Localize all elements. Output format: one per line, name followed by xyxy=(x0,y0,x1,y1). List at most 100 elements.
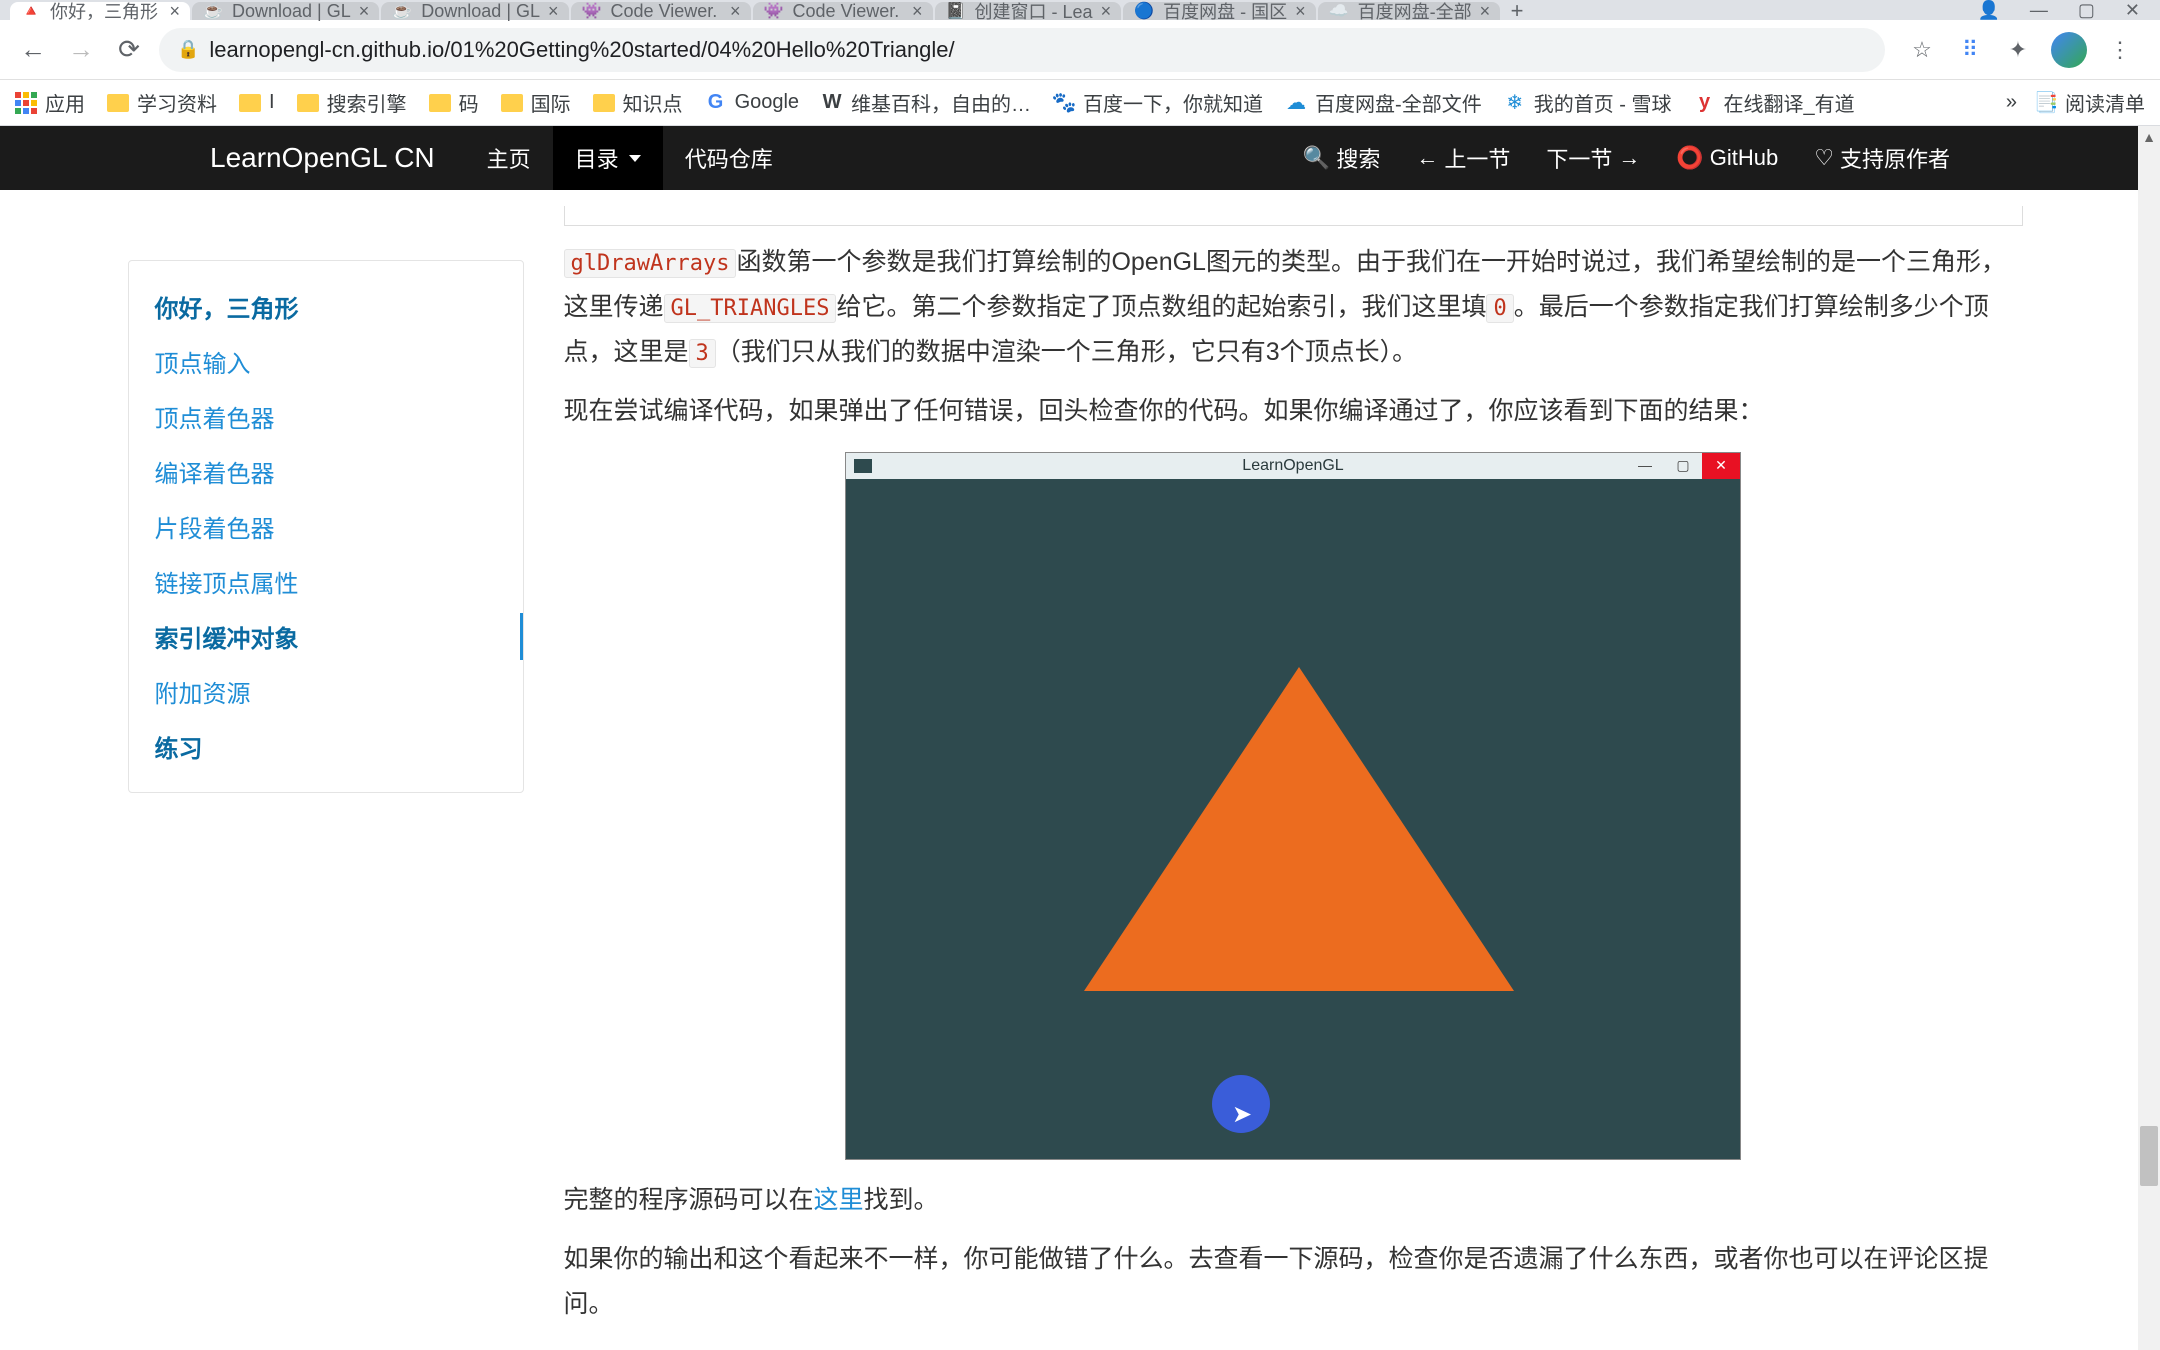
nav-search[interactable]: 🔍 搜索 xyxy=(1303,142,1380,174)
code-inline: 3 xyxy=(689,339,716,368)
paragraph: 完整的程序源码可以在这里找到。 xyxy=(564,1178,2023,1223)
star-icon[interactable]: ☆ xyxy=(1907,35,1937,65)
nav-github[interactable]: ⭕ GitHub xyxy=(1676,145,1778,171)
address-bar: ← → ⟳ 🔒 learnopengl-cn.github.io/01%20Ge… xyxy=(0,20,2160,80)
window-controls: 👤 — ▢ ✕ xyxy=(1957,0,2160,20)
browser-tab-active[interactable]: 🔺 你好，三角形 × xyxy=(10,2,190,20)
url-text: learnopengl-cn.github.io/01%20Getting%20… xyxy=(209,37,954,63)
bookmark-folder[interactable]: 码 xyxy=(429,88,479,117)
bookmark-link[interactable]: ☁百度网盘-全部文件 xyxy=(1285,88,1482,117)
bookmark-link[interactable]: y在线翻译_有道 xyxy=(1694,88,1855,117)
toc-link[interactable]: 编译着色器 xyxy=(129,444,523,499)
code-block-fragment xyxy=(564,206,2023,226)
bookmark-folder[interactable]: I xyxy=(239,91,275,114)
nav-next[interactable]: 下一节 → xyxy=(1546,142,1640,174)
arrow-right-icon: → xyxy=(1618,145,1640,171)
toc-link-current[interactable]: 索引缓冲对象 xyxy=(129,609,523,664)
heart-icon: ♡ xyxy=(1814,145,1834,171)
close-icon[interactable]: × xyxy=(730,1,741,22)
favicon-icon: 🔺 xyxy=(20,0,42,22)
close-icon[interactable]: × xyxy=(359,1,370,22)
close-icon[interactable]: × xyxy=(1295,1,1306,22)
browser-tab[interactable]: ☕Download | GL× xyxy=(192,2,379,20)
browser-tab-strip: 🔺 你好，三角形 × ☕Download | GL× ☕Download | G… xyxy=(0,0,2160,20)
scrollbar-thumb[interactable] xyxy=(2140,1126,2158,1186)
avatar[interactable] xyxy=(2051,32,2087,68)
source-link[interactable]: 这里 xyxy=(814,1186,864,1214)
bookmark-link[interactable]: GGoogle xyxy=(705,91,800,114)
search-icon: 🔍 xyxy=(1303,145,1330,171)
site-brand[interactable]: LearnOpenGL CN xyxy=(210,142,435,174)
close-icon[interactable]: × xyxy=(169,1,180,22)
arrow-left-icon: ← xyxy=(1416,145,1438,171)
youdao-icon: y xyxy=(1694,92,1716,114)
bookmark-folder[interactable]: 国际 xyxy=(501,88,571,117)
toc-link[interactable]: 练习 xyxy=(129,719,523,774)
url-input[interactable]: 🔒 learnopengl-cn.github.io/01%20Getting%… xyxy=(159,28,1885,72)
bookmark-link[interactable]: 🐾百度一下，你就知道 xyxy=(1053,88,1263,117)
browser-tab[interactable]: 🔵百度网盘 - 国区× xyxy=(1123,2,1316,20)
new-tab-button[interactable]: + xyxy=(1502,2,1532,20)
menu-icon[interactable]: ⋮ xyxy=(2105,35,2135,65)
bookmark-link[interactable]: W维基百科，自由的… xyxy=(821,88,1031,117)
baidupan-icon: ☁ xyxy=(1285,92,1307,114)
page-scrollbar[interactable]: ▲ xyxy=(2138,126,2160,1350)
lock-icon: 🔒 xyxy=(177,39,199,60)
reload-button[interactable]: ⟳ xyxy=(111,32,147,68)
bookmark-folder[interactable]: 搜索引擎 xyxy=(297,88,407,117)
browser-tab[interactable]: 📓创建窗口 - Lea× xyxy=(935,2,1122,20)
favicon-icon: 👾 xyxy=(763,0,785,22)
favicon-icon: ☁️ xyxy=(1328,0,1350,22)
folder-icon xyxy=(593,94,615,112)
nav-toc-dropdown[interactable]: 目录 xyxy=(553,126,663,190)
bookmark-folder[interactable]: 学习资料 xyxy=(107,88,217,117)
favicon-icon: ☕ xyxy=(391,0,413,22)
toc-link[interactable]: 链接顶点属性 xyxy=(129,554,523,609)
close-icon[interactable]: × xyxy=(1101,1,1112,22)
toc-link[interactable]: 片段着色器 xyxy=(129,499,523,554)
folder-icon xyxy=(501,94,523,112)
close-window-icon[interactable]: ✕ xyxy=(2125,0,2140,21)
close-icon[interactable]: × xyxy=(548,1,559,22)
opengl-window-title: LearnOpenGL xyxy=(1242,452,1343,481)
bookmarks-overflow[interactable]: » xyxy=(2006,91,2017,114)
browser-tab[interactable]: 👾Code Viewer.× xyxy=(571,2,751,20)
nav-support[interactable]: ♡ 支持原作者 xyxy=(1814,142,1950,174)
apps-shortcut[interactable]: 应用 xyxy=(15,88,85,117)
back-button[interactable]: ← xyxy=(15,32,51,68)
translate-icon[interactable]: ⠿ xyxy=(1955,35,1985,65)
toc-link[interactable]: 附加资源 xyxy=(129,664,523,719)
bookmark-link[interactable]: ❄我的首页 - 雪球 xyxy=(1504,88,1672,117)
forward-button[interactable]: → xyxy=(63,32,99,68)
opengl-titlebar: LearnOpenGL — ▢ ✕ xyxy=(846,453,1740,479)
reading-list[interactable]: 📑阅读清单 xyxy=(2035,88,2145,117)
account-icon[interactable]: 👤 xyxy=(1977,0,1999,21)
bookmark-folder[interactable]: 知识点 xyxy=(593,88,683,117)
browser-tab[interactable]: ☕Download | GL× xyxy=(381,2,568,20)
cursor-icon: ➤ xyxy=(1232,1093,1252,1136)
maximize-icon[interactable]: ▢ xyxy=(2078,0,2095,21)
toc-link[interactable]: 顶点输入 xyxy=(129,334,523,389)
scroll-up-icon[interactable]: ▲ xyxy=(2138,126,2160,148)
close-icon[interactable]: × xyxy=(1480,1,1491,22)
browser-tab[interactable]: 👾Code Viewer.× xyxy=(753,2,933,20)
nav-prev[interactable]: ← 上一节 xyxy=(1416,142,1510,174)
maximize-icon: ▢ xyxy=(1664,453,1702,479)
toc-link[interactable]: 顶点着色器 xyxy=(129,389,523,444)
folder-icon xyxy=(429,94,451,112)
close-icon[interactable]: × xyxy=(912,1,923,22)
toc-link[interactable]: 你好，三角形 xyxy=(129,279,523,334)
paragraph: glDrawArrays函数第一个参数是我们打算绘制的OpenGL图元的类型。由… xyxy=(564,240,2023,375)
minimize-icon[interactable]: — xyxy=(2030,0,2048,21)
browser-tab[interactable]: ☁️百度网盘-全部× xyxy=(1318,2,1501,20)
opengl-window-icon xyxy=(854,459,872,473)
xueqiu-icon: ❄ xyxy=(1504,92,1526,114)
paragraph: 如果你的输出和这个看起来不一样，你可能做错了什么。去查看一下源码，检查你是否遗漏… xyxy=(564,1237,2023,1327)
favicon-icon: 👾 xyxy=(581,0,603,22)
site-navbar: LearnOpenGL CN 主页 目录 代码仓库 🔍 搜索 ← 上一节 下一节… xyxy=(0,126,2160,190)
favicon-icon: ☕ xyxy=(202,0,224,22)
folder-icon xyxy=(107,94,129,112)
nav-repo[interactable]: 代码仓库 xyxy=(663,126,795,190)
nav-home[interactable]: 主页 xyxy=(465,126,553,190)
extensions-icon[interactable]: ✦ xyxy=(2003,35,2033,65)
